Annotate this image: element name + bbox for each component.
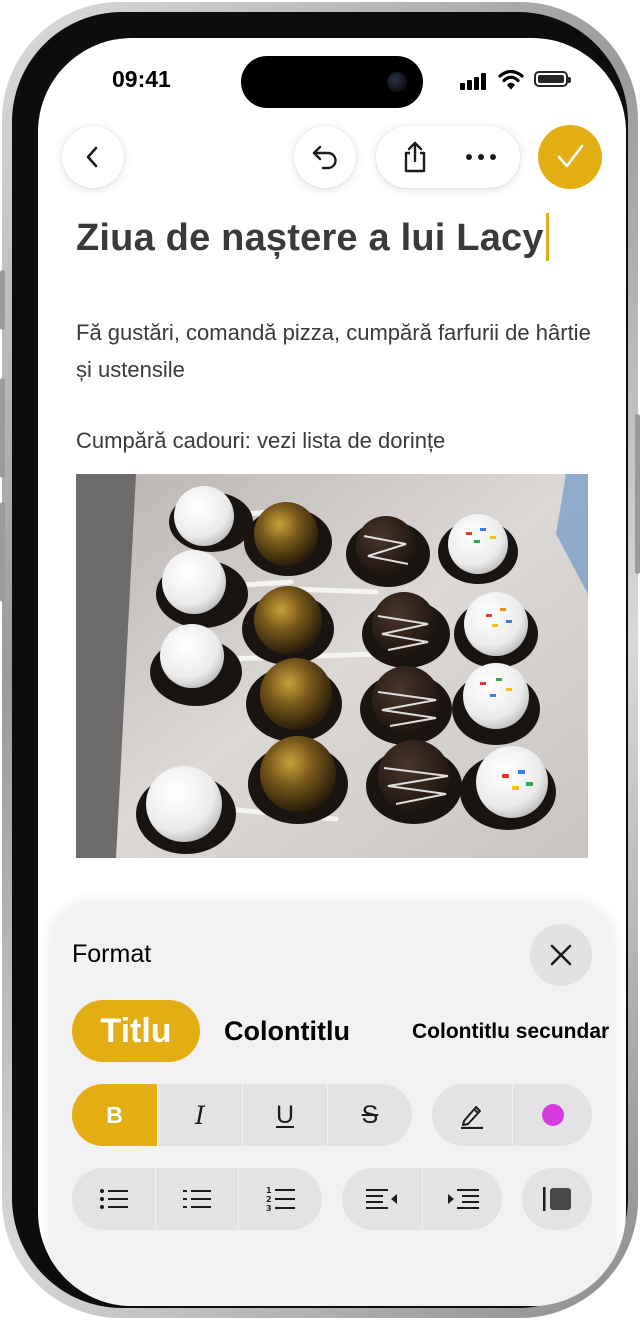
- back-button[interactable]: [62, 126, 124, 188]
- done-button[interactable]: [538, 125, 602, 189]
- volume-up-button: [0, 378, 5, 478]
- underline-button[interactable]: U: [242, 1084, 327, 1146]
- block-quote-button[interactable]: [522, 1168, 592, 1230]
- note-paragraph[interactable]: Fă gustări, comandă pizza, cumpără farfu…: [76, 314, 596, 388]
- camera-icon: [387, 72, 407, 92]
- indent-button[interactable]: [422, 1168, 502, 1230]
- svg-text:1: 1: [266, 1186, 272, 1195]
- chevron-left-icon: [86, 146, 98, 168]
- italic-label: I: [195, 1100, 205, 1130]
- note-photo[interactable]: [76, 474, 588, 858]
- strikethrough-button[interactable]: S: [327, 1084, 412, 1146]
- style-heading-button[interactable]: Colontitlu: [224, 1016, 350, 1047]
- bold-label: B: [106, 1101, 123, 1128]
- share-icon: [404, 141, 426, 173]
- undo-button[interactable]: [294, 126, 356, 188]
- numbered-list-icon: 123: [266, 1186, 295, 1212]
- volume-down-button: [0, 502, 5, 602]
- list-group: 123: [72, 1168, 322, 1230]
- action-button: [0, 270, 5, 330]
- bold-button[interactable]: B: [72, 1084, 157, 1146]
- outdent-icon: [366, 1189, 397, 1209]
- wifi-icon: [498, 69, 524, 90]
- numbered-list-button[interactable]: 123: [238, 1168, 322, 1230]
- svg-text:3: 3: [266, 1204, 272, 1212]
- cake-pops-photo: [76, 474, 588, 858]
- dashed-list-button[interactable]: [155, 1168, 238, 1230]
- close-format-button[interactable]: [530, 924, 592, 986]
- text-cursor: [545, 213, 549, 261]
- color-swatch: [541, 1104, 564, 1126]
- highlight-button[interactable]: [432, 1084, 512, 1146]
- bullet-list-button[interactable]: [72, 1168, 155, 1230]
- strikethrough-label: S: [361, 1100, 379, 1129]
- screen: 09:41 Ziua de naștere a lui Lacy Fă gust…: [38, 38, 626, 1306]
- more-button[interactable]: [450, 126, 512, 188]
- italic-button[interactable]: I: [157, 1084, 242, 1146]
- format-panel-title: Format: [72, 940, 152, 968]
- note-title-text: Ziua de naștere a lui Lacy: [76, 217, 544, 260]
- block-quote-group: [522, 1168, 592, 1230]
- svg-text:2: 2: [266, 1195, 272, 1204]
- color-group: [432, 1084, 592, 1146]
- text-style-group: B I U S: [72, 1084, 412, 1146]
- indent-group: [342, 1168, 502, 1230]
- style-subheading-button[interactable]: Colontitlu secundar: [412, 1020, 609, 1044]
- dashed-list-icon: [183, 1190, 211, 1208]
- pen-icon: [461, 1106, 483, 1129]
- underline-label: U: [275, 1100, 295, 1129]
- status-time: 09:41: [112, 66, 171, 92]
- block-quote-icon: [543, 1187, 571, 1211]
- dynamic-island: [241, 56, 423, 108]
- bulleted-list-icon: [99, 1189, 128, 1209]
- close-icon: [550, 944, 572, 966]
- share-button[interactable]: [384, 126, 446, 188]
- text-color-button[interactable]: [512, 1084, 592, 1146]
- side-button: [635, 414, 640, 574]
- ellipsis-icon: [466, 154, 496, 160]
- style-title-button[interactable]: Titlu: [72, 1000, 200, 1062]
- outdent-button[interactable]: [342, 1168, 422, 1230]
- undo-icon: [312, 145, 337, 170]
- phone-frame: 09:41 Ziua de naștere a lui Lacy Fă gust…: [0, 2, 640, 1318]
- note-title[interactable]: Ziua de naștere a lui Lacy: [76, 213, 549, 264]
- note-paragraph[interactable]: Cumpără cadouri: vezi lista de dorințe: [76, 428, 445, 454]
- format-panel: Format Titlu Colontitlu Colontitlu secun…: [50, 904, 614, 1306]
- bezel: 09:41 Ziua de naștere a lui Lacy Fă gust…: [12, 12, 628, 1308]
- battery-icon: [534, 71, 571, 87]
- checkmark-icon: [557, 144, 584, 168]
- indent-icon: [447, 1189, 479, 1209]
